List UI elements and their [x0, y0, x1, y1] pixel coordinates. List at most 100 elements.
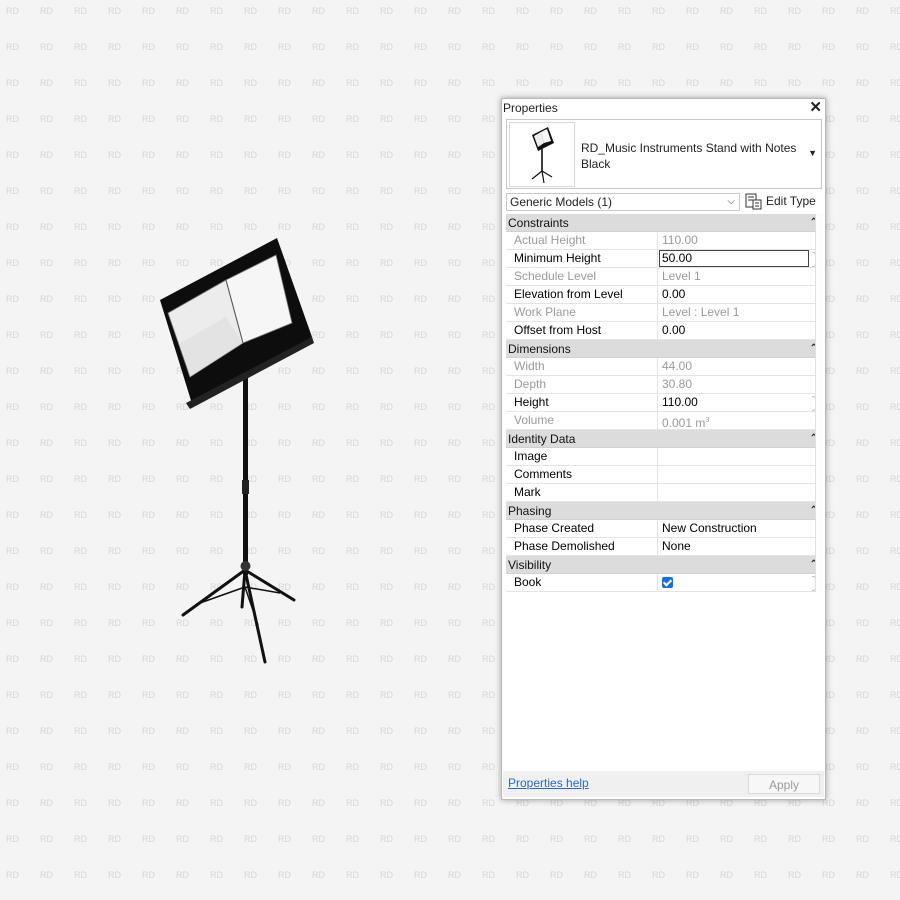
section-header[interactable]: Phasing ⌃: [506, 502, 822, 520]
watermark-text: RD: [414, 798, 427, 808]
watermark-text: RD: [754, 870, 767, 880]
property-value[interactable]: New Construction: [659, 520, 809, 537]
watermark-text: RD: [380, 546, 393, 556]
grid-scrollbar[interactable]: [815, 214, 823, 592]
watermark-text: RD: [346, 402, 359, 412]
property-name: Phase Created: [506, 520, 658, 537]
section-title: Dimensions: [508, 342, 571, 356]
watermark-text: RD: [652, 6, 665, 16]
section-title: Identity Data: [508, 432, 576, 446]
watermark-text: RD: [74, 870, 87, 880]
watermark-text: RD: [346, 222, 359, 232]
property-value[interactable]: [659, 484, 809, 501]
watermark-text: RD: [142, 798, 155, 808]
watermark-text: RD: [108, 798, 121, 808]
watermark-text: RD: [210, 186, 223, 196]
watermark-text: RD: [380, 78, 393, 88]
watermark-text: RD: [856, 222, 869, 232]
watermark-text: RD: [346, 618, 359, 628]
music-stand-thumbnail-icon: [531, 127, 554, 184]
watermark-text: RD: [482, 762, 495, 772]
watermark-text: RD: [108, 150, 121, 160]
watermark-text: RD: [482, 114, 495, 124]
watermark-text: RD: [414, 438, 427, 448]
watermark-text: RD: [414, 654, 427, 664]
watermark-text: RD: [6, 114, 19, 124]
property-value[interactable]: 0.00: [659, 286, 809, 303]
property-value[interactable]: [659, 448, 809, 465]
watermark-text: RD: [278, 798, 291, 808]
value-text: 0.00: [662, 287, 686, 301]
music-stand-model[interactable]: [150, 225, 320, 675]
watermark-text: RD: [176, 114, 189, 124]
watermark-text: RD: [720, 42, 733, 52]
checkbox[interactable]: [662, 577, 673, 588]
apply-button[interactable]: Apply: [748, 774, 820, 794]
watermark-text: RD: [686, 42, 699, 52]
watermark-text: RD: [346, 150, 359, 160]
watermark-text: RD: [448, 402, 461, 412]
property-value[interactable]: 50.00: [659, 250, 809, 267]
properties-help-link[interactable]: Properties help: [508, 776, 589, 790]
watermark-text: RD: [414, 294, 427, 304]
property-value[interactable]: 0.00: [659, 322, 809, 339]
type-selector[interactable]: RD_Music Instruments Stand with Notes Bl…: [506, 119, 822, 189]
value-text: 0.001 m: [662, 416, 706, 429]
watermark-text: RD: [176, 42, 189, 52]
section-header[interactable]: Identity Data ⌃: [506, 430, 822, 448]
watermark-text: RD: [74, 726, 87, 736]
watermark-text: RD: [40, 726, 53, 736]
panel-title: Properties: [503, 101, 558, 115]
dropdown-caret-icon[interactable]: ▼: [808, 148, 817, 158]
edit-type-button[interactable]: Edit Type: [744, 192, 822, 211]
property-value[interactable]: [659, 466, 809, 483]
watermark-text: RD: [516, 870, 529, 880]
watermark-text: RD: [6, 690, 19, 700]
watermark-text: RD: [856, 654, 869, 664]
watermark-text: RD: [890, 618, 900, 628]
watermark-text: RD: [40, 330, 53, 340]
watermark-text: RD: [414, 222, 427, 232]
watermark-text: RD: [448, 546, 461, 556]
watermark-text: RD: [822, 870, 835, 880]
property-checkbox-cell[interactable]: [659, 574, 809, 591]
property-value[interactable]: 110.00: [659, 394, 809, 411]
watermark-text: RD: [74, 78, 87, 88]
watermark-text: RD: [414, 6, 427, 16]
watermark-text: RD: [448, 114, 461, 124]
watermark-text: RD: [414, 618, 427, 628]
watermark-text: RD: [40, 42, 53, 52]
watermark-text: RD: [312, 114, 325, 124]
watermark-text: RD: [856, 834, 869, 844]
section-title: Constraints: [508, 216, 569, 230]
watermark-text: RD: [380, 618, 393, 628]
property-row: Volume 0.001 m3: [506, 412, 822, 430]
watermark-text: RD: [6, 510, 19, 520]
watermark-text: RD: [74, 6, 87, 16]
section-header[interactable]: Visibility ⌃: [506, 556, 822, 574]
filter-value: Generic Models (1): [510, 195, 613, 209]
element-filter-dropdown[interactable]: Generic Models (1) ⌵: [506, 193, 740, 211]
watermark-text: RD: [6, 42, 19, 52]
close-button[interactable]: ✕: [809, 99, 822, 117]
property-value[interactable]: None: [659, 538, 809, 555]
property-grid: Constraints ⌃ Actual Height 110.00 Minimum H…: [506, 214, 823, 592]
watermark-text: RD: [448, 834, 461, 844]
watermark-text: RD: [6, 582, 19, 592]
watermark-text: RD: [176, 762, 189, 772]
type-name: RD_Music Instruments Stand with Notes Bl…: [581, 141, 797, 171]
watermark-text: RD: [142, 870, 155, 880]
property-value: 30.80: [659, 376, 809, 393]
property-value: Level : Level 1: [659, 304, 809, 321]
watermark-text: RD: [380, 438, 393, 448]
section-header[interactable]: Dimensions ⌃: [506, 340, 822, 358]
watermark-text: RD: [414, 150, 427, 160]
watermark-text: RD: [788, 870, 801, 880]
watermark-text: RD: [856, 6, 869, 16]
watermark-text: RD: [74, 690, 87, 700]
watermark-text: RD: [414, 366, 427, 376]
watermark-text: RD: [754, 6, 767, 16]
watermark-text: RD: [482, 582, 495, 592]
section-header[interactable]: Constraints ⌃: [506, 214, 822, 232]
watermark-text: RD: [720, 78, 733, 88]
